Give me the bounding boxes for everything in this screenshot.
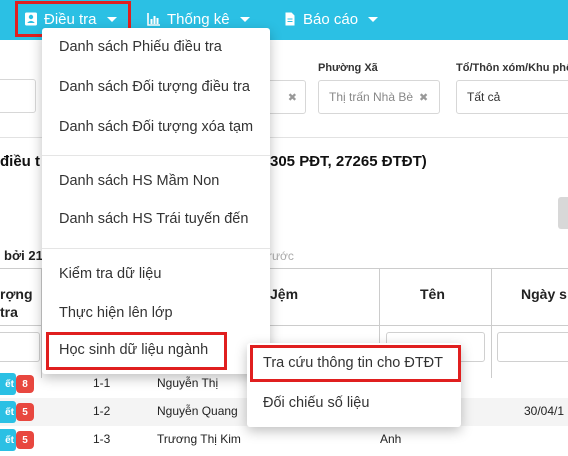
row-lastname: Nguyễn Quang (157, 404, 238, 418)
nav-label: Điều tra (44, 10, 97, 28)
menu-item-kiem-tra-du-lieu[interactable]: Kiểm tra dữ liệu (59, 266, 161, 282)
header-col1-line1: rợng (0, 286, 33, 302)
chevron-down-icon (239, 16, 250, 22)
submenu-item-label: Tra cứu thông tin cho ĐTĐT (263, 355, 444, 371)
clear-icon[interactable]: ✖ (419, 91, 428, 104)
row-code: 1-3 (93, 432, 111, 446)
menu-item-danh-sach-doi-tuong[interactable]: Danh sách Đối tượng điều tra (59, 79, 250, 95)
menu-item-label: Học sinh dữ liệu ngành (59, 342, 209, 358)
row-code: 1-2 (93, 404, 111, 418)
menu-item-hs-trai-tuyen[interactable]: Danh sách HS Trái tuyến đến (59, 211, 248, 227)
hamlet-label: Tổ/Thôn xóm/Khu phố (456, 62, 568, 74)
partial-select-clear[interactable]: ✖ (264, 80, 306, 114)
menu-divider (42, 155, 270, 156)
menu-item-hs-mam-non[interactable]: Danh sách HS Mầm Non (59, 173, 219, 189)
nav-label: Thống kê (167, 10, 230, 28)
nav-bao-cao[interactable]: Báo cáo (283, 4, 379, 34)
table-row[interactable]: ết 5 1-3 Trương Thị Kim Anh (0, 426, 568, 454)
partial-action-button[interactable] (558, 197, 568, 229)
sort-label: bởi 21 (4, 248, 43, 263)
menu-item-danh-sach-phieu[interactable]: Danh sách Phiếu điều tra (59, 39, 222, 55)
column-filter-input[interactable] (0, 332, 40, 362)
user-card-icon (24, 12, 38, 26)
clear-icon[interactable]: ✖ (288, 91, 297, 104)
count-badge: 8 (16, 375, 34, 393)
header-name: Tên (420, 286, 445, 302)
ward-value: Thị trấn Nhà Bè (329, 90, 414, 104)
ward-select[interactable]: Thị trấn Nhà Bè ✖ (318, 80, 440, 114)
hoc-sinh-submenu: Tra cứu thông tin cho ĐTĐT Đối chiếu số … (247, 343, 461, 427)
column-filter-input[interactable] (497, 332, 568, 362)
detail-button[interactable]: ết (0, 401, 16, 423)
menu-divider (42, 248, 270, 249)
dieu-tra-dropdown-menu: Danh sách Phiếu điều tra Danh sách Đối t… (42, 28, 270, 374)
detail-button[interactable]: ết (0, 373, 16, 395)
row-lastname: Trương Thị Kim (157, 432, 241, 446)
count-badge: 5 (16, 403, 34, 421)
nav-label: Báo cáo (303, 10, 359, 28)
menu-item-hoc-sinh-du-lieu-nganh[interactable]: Học sinh dữ liệu ngành (46, 332, 227, 370)
summary-left: điều t (0, 153, 40, 170)
row-birthdate: 30/04/1 (524, 404, 565, 418)
row-lastname: Nguyễn Thị (157, 376, 219, 390)
menu-item-thuc-hien-len-lop[interactable]: Thực hiện lên lớp (59, 305, 173, 321)
menu-item-doi-tuong-xoa-tam[interactable]: Danh sách Đối tượng xóa tạm (59, 119, 253, 135)
hamlet-select[interactable]: Tất cả (456, 80, 568, 114)
document-icon (283, 12, 297, 26)
summary-right: 305 PĐT, 27265 ĐTĐT) (270, 153, 427, 170)
ward-label: Phường Xã (318, 62, 378, 74)
bar-chart-icon (147, 12, 161, 26)
sort-hint: rước (268, 249, 294, 263)
detail-button[interactable]: ết (0, 429, 16, 451)
submenu-item-tra-cuu[interactable]: Tra cứu thông tin cho ĐTĐT (250, 345, 461, 382)
partial-filter-select[interactable] (0, 79, 36, 113)
chevron-down-icon (368, 16, 379, 22)
row-name: Anh (380, 432, 402, 446)
header-col1-line2: tra (0, 304, 18, 320)
header-lastname: Jệm (270, 286, 299, 302)
row-code: 1-1 (93, 376, 111, 390)
chevron-down-icon (106, 16, 117, 22)
count-badge: 5 (16, 431, 34, 449)
hamlet-value: Tất cả (467, 90, 501, 104)
column-divider (491, 268, 492, 378)
submenu-item-doi-chieu[interactable]: Đối chiếu số liệu (263, 395, 369, 411)
header-birthdate: Ngày s (521, 286, 567, 302)
